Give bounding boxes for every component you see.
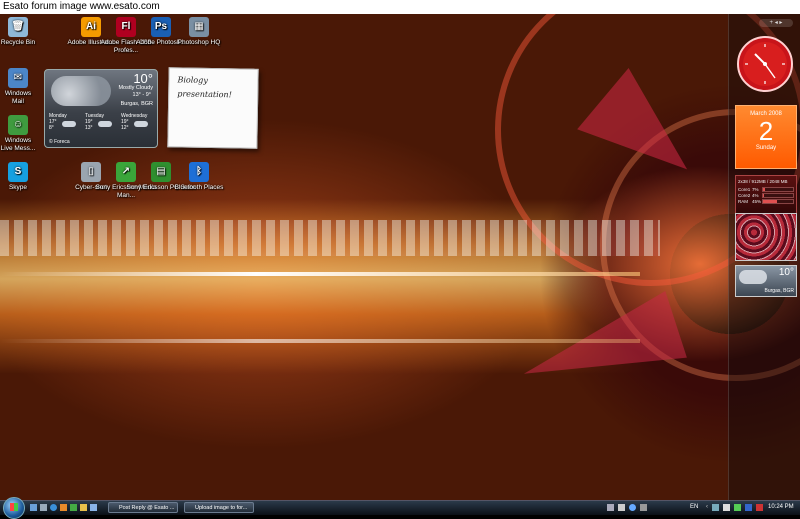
bluetooth-icon[interactable] [745, 504, 752, 511]
mini-weather-location: Burgas, BGR [764, 288, 794, 294]
cpu-meter-bar [762, 198, 794, 204]
mail-icon[interactable] [90, 504, 97, 511]
messenger-icon[interactable] [70, 504, 77, 511]
mail-icon: ✉ [8, 68, 28, 88]
battery-icon[interactable] [734, 504, 741, 511]
desktop-icon-photoshop-hq[interactable]: ▦ Photoshop HQ [164, 17, 234, 47]
switch-windows-icon[interactable] [40, 504, 47, 511]
windows-sidebar: + ◂ ▸ March 2008 2 Sunday 2x38 / 912MB /… [728, 14, 800, 500]
taskbar-button-post-reply[interactable]: Post Reply @ Esato ... [108, 502, 178, 513]
skype-icon: S [8, 162, 28, 182]
desktop-icon-skype[interactable]: S Skype [0, 162, 36, 192]
cpu-meter-label: Core1 [738, 186, 751, 192]
forecast-day: Tuesday 19° 13° [83, 113, 119, 137]
desktop-icon-label: Skype [8, 184, 28, 191]
tray-app-icon[interactable] [640, 504, 647, 511]
weather-gadget[interactable]: 10° Mostly Cloudy 13° - 9° Burgas, BGR M… [44, 69, 158, 148]
mini-weather-temp: 10° [778, 267, 794, 278]
cpu-meter-bar [762, 186, 794, 192]
cloud-icon [62, 121, 76, 127]
cloud-icon [134, 121, 148, 127]
quick-launch [30, 504, 97, 512]
calendar-gadget[interactable]: March 2008 2 Sunday [735, 105, 797, 169]
tray-app-icon[interactable] [618, 504, 625, 511]
weather-temp: 10° [133, 71, 153, 86]
cpu-meter-label: RAM [738, 198, 748, 204]
wallpaper-piano-keys [0, 220, 660, 256]
notes-gadget[interactable]: Biology presentation! [167, 67, 259, 149]
taskbar-clock[interactable]: 10:24 PM [768, 502, 794, 513]
clock-face-icon [737, 36, 793, 92]
bluetooth-icon: ᛒ [189, 162, 209, 182]
cloud-icon [739, 270, 767, 284]
slideshow-gadget[interactable] [735, 213, 797, 261]
start-button[interactable] [3, 497, 25, 519]
cpu-meter-bar [762, 192, 794, 198]
media-icon[interactable] [60, 504, 67, 511]
tray-toolbar [607, 504, 647, 511]
messenger-icon: ☺ [8, 115, 28, 135]
forecast-day: Monday 17° 8° [47, 113, 83, 137]
wallpaper-arrow [513, 290, 687, 408]
forum-watermark-banner: Esato forum image www.esato.com [0, 0, 800, 14]
desktop-icon-label: Photoshop HQ [177, 39, 221, 46]
cpu-meter-row: Core1 7% [736, 186, 796, 192]
mini-weather-gadget[interactable]: 10° Burgas, BGR [735, 265, 797, 297]
taskbar-button-label: Post Reply @ Esato ... [119, 505, 175, 511]
next-icon[interactable]: ▸ [779, 20, 782, 26]
windows-logo-icon [10, 503, 18, 511]
desktop-icon-label: Windows Live Mess... [0, 137, 36, 152]
add-gadget-icon[interactable]: + [770, 20, 774, 26]
clock-gadget[interactable] [735, 35, 795, 93]
network-icon[interactable] [712, 504, 719, 511]
taskbar-button-label: Upload image to for... [195, 505, 248, 511]
tray-app-icon[interactable] [607, 504, 614, 511]
cpu-meter-label: Core2 [738, 192, 751, 198]
desktop-icon-label: Windows Mail [4, 90, 32, 105]
desktop-icon-bluetooth[interactable]: ᛒ Bluetooth Places [164, 162, 234, 192]
cloud-icon [51, 76, 111, 106]
cpu-meter-rows: Core1 7% Core2 4% RAM 45% [736, 186, 796, 204]
desktop-icon-recycle-bin[interactable]: 🗑 Recycle Bin [0, 17, 36, 47]
wallpaper-light-streak [0, 339, 640, 343]
security-icon[interactable] [756, 504, 763, 511]
taskbar-button-upload-image[interactable]: Upload image to for... [184, 502, 254, 513]
notification-area: ‹ [706, 504, 763, 511]
show-desktop-icon[interactable] [30, 504, 37, 511]
weather-range: 13° - 9° [132, 92, 151, 98]
cpu-meter-value: 7% [752, 186, 759, 192]
sidebar-controls[interactable]: + ◂ ▸ [759, 19, 793, 27]
browser-icon[interactable] [50, 504, 57, 511]
calendar-day: 2 [758, 116, 774, 146]
forecast-day: Wednesday 19° 12° [119, 113, 155, 137]
cpu-meter-row: Core2 4% [736, 192, 796, 198]
folder-icon[interactable] [80, 504, 87, 511]
volume-icon[interactable] [723, 504, 730, 511]
chevron-left-icon[interactable]: ‹ [706, 504, 708, 511]
cpu-meter-row: RAM 45% [736, 198, 796, 204]
note-text[interactable]: Biology presentation! [177, 73, 247, 102]
weather-provider: © Foreca [49, 139, 70, 145]
desktop-icon-messenger[interactable]: ☺ Windows Live Mess... [0, 115, 36, 153]
cpu-meter-value: 45% [752, 198, 762, 204]
weather-condition: Mostly Cloudy [118, 85, 153, 91]
desktop-icon-label: Recycle Bin [0, 39, 36, 46]
cpu-meter-value: 4% [752, 192, 759, 198]
previous-icon[interactable]: ◂ [775, 20, 778, 26]
photoshop-hq-icon: ▦ [189, 17, 209, 37]
wallpaper-light-streak [0, 272, 640, 276]
taskbar: Post Reply @ Esato ... Upload image to f… [0, 497, 800, 519]
recycle-bin-icon: 🗑 [8, 17, 28, 37]
weather-forecast: Monday 17° 8° Tuesday 19° 13° Wednesday 19° 12° [47, 113, 155, 137]
weather-location: Burgas, BGR [120, 101, 153, 107]
tray-app-icon[interactable] [629, 504, 636, 511]
language-indicator[interactable]: EN [690, 502, 698, 513]
cpu-meter-header: 2x38 / 912MB / 2048 MB [738, 179, 788, 184]
desktop-icon-label: Bluetooth Places [174, 184, 224, 191]
cloud-icon [98, 121, 112, 127]
calendar-weekday: Sunday [755, 145, 777, 151]
desktop-icon-mail[interactable]: ✉ Windows Mail [0, 68, 36, 106]
